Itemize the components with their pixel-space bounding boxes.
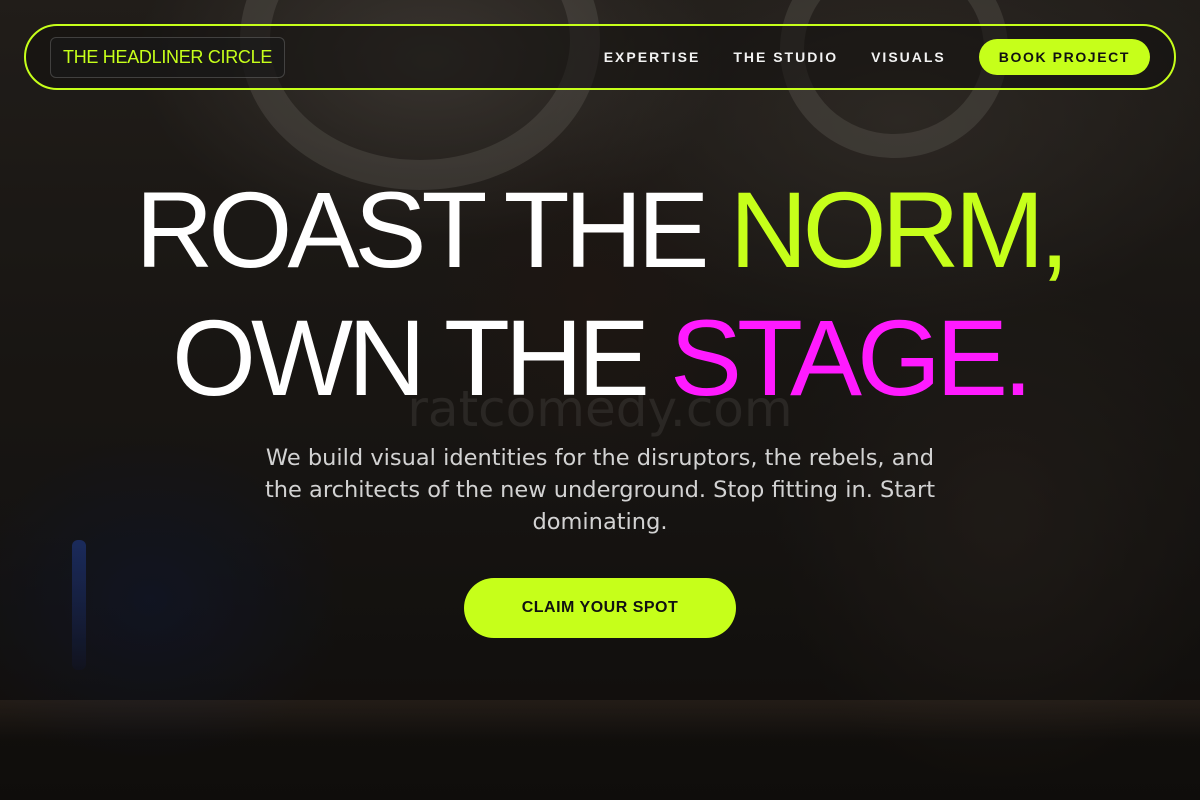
book-project-button[interactable]: BOOK PROJECT [978, 39, 1150, 75]
hero-subtitle: We build visual identities for the disru… [264, 445, 936, 535]
nav-link-expertise[interactable]: EXPERTISE [604, 49, 701, 65]
watermark: ratcomedy.com [407, 380, 793, 438]
claim-your-spot-button[interactable]: CLAIM YOUR SPOT [464, 578, 736, 638]
headline-white-part: ROAST THE [135, 169, 709, 290]
nav-menu: EXPERTISE THE STUDIO VISUALS [604, 49, 946, 65]
brand-logo[interactable]: THE HEADLINER CIRCLE [50, 36, 286, 78]
top-nav-bar: THE HEADLINER CIRCLE EXPERTISE THE STUDI… [24, 24, 1176, 90]
nav-link-visuals[interactable]: VISUALS [871, 49, 946, 65]
headline-lime-word: NORM, [729, 169, 1070, 290]
nav-link-the-studio[interactable]: THE STUDIO [733, 49, 838, 65]
hero-headline-line-1: ROAST THE NORM, [0, 176, 1200, 284]
